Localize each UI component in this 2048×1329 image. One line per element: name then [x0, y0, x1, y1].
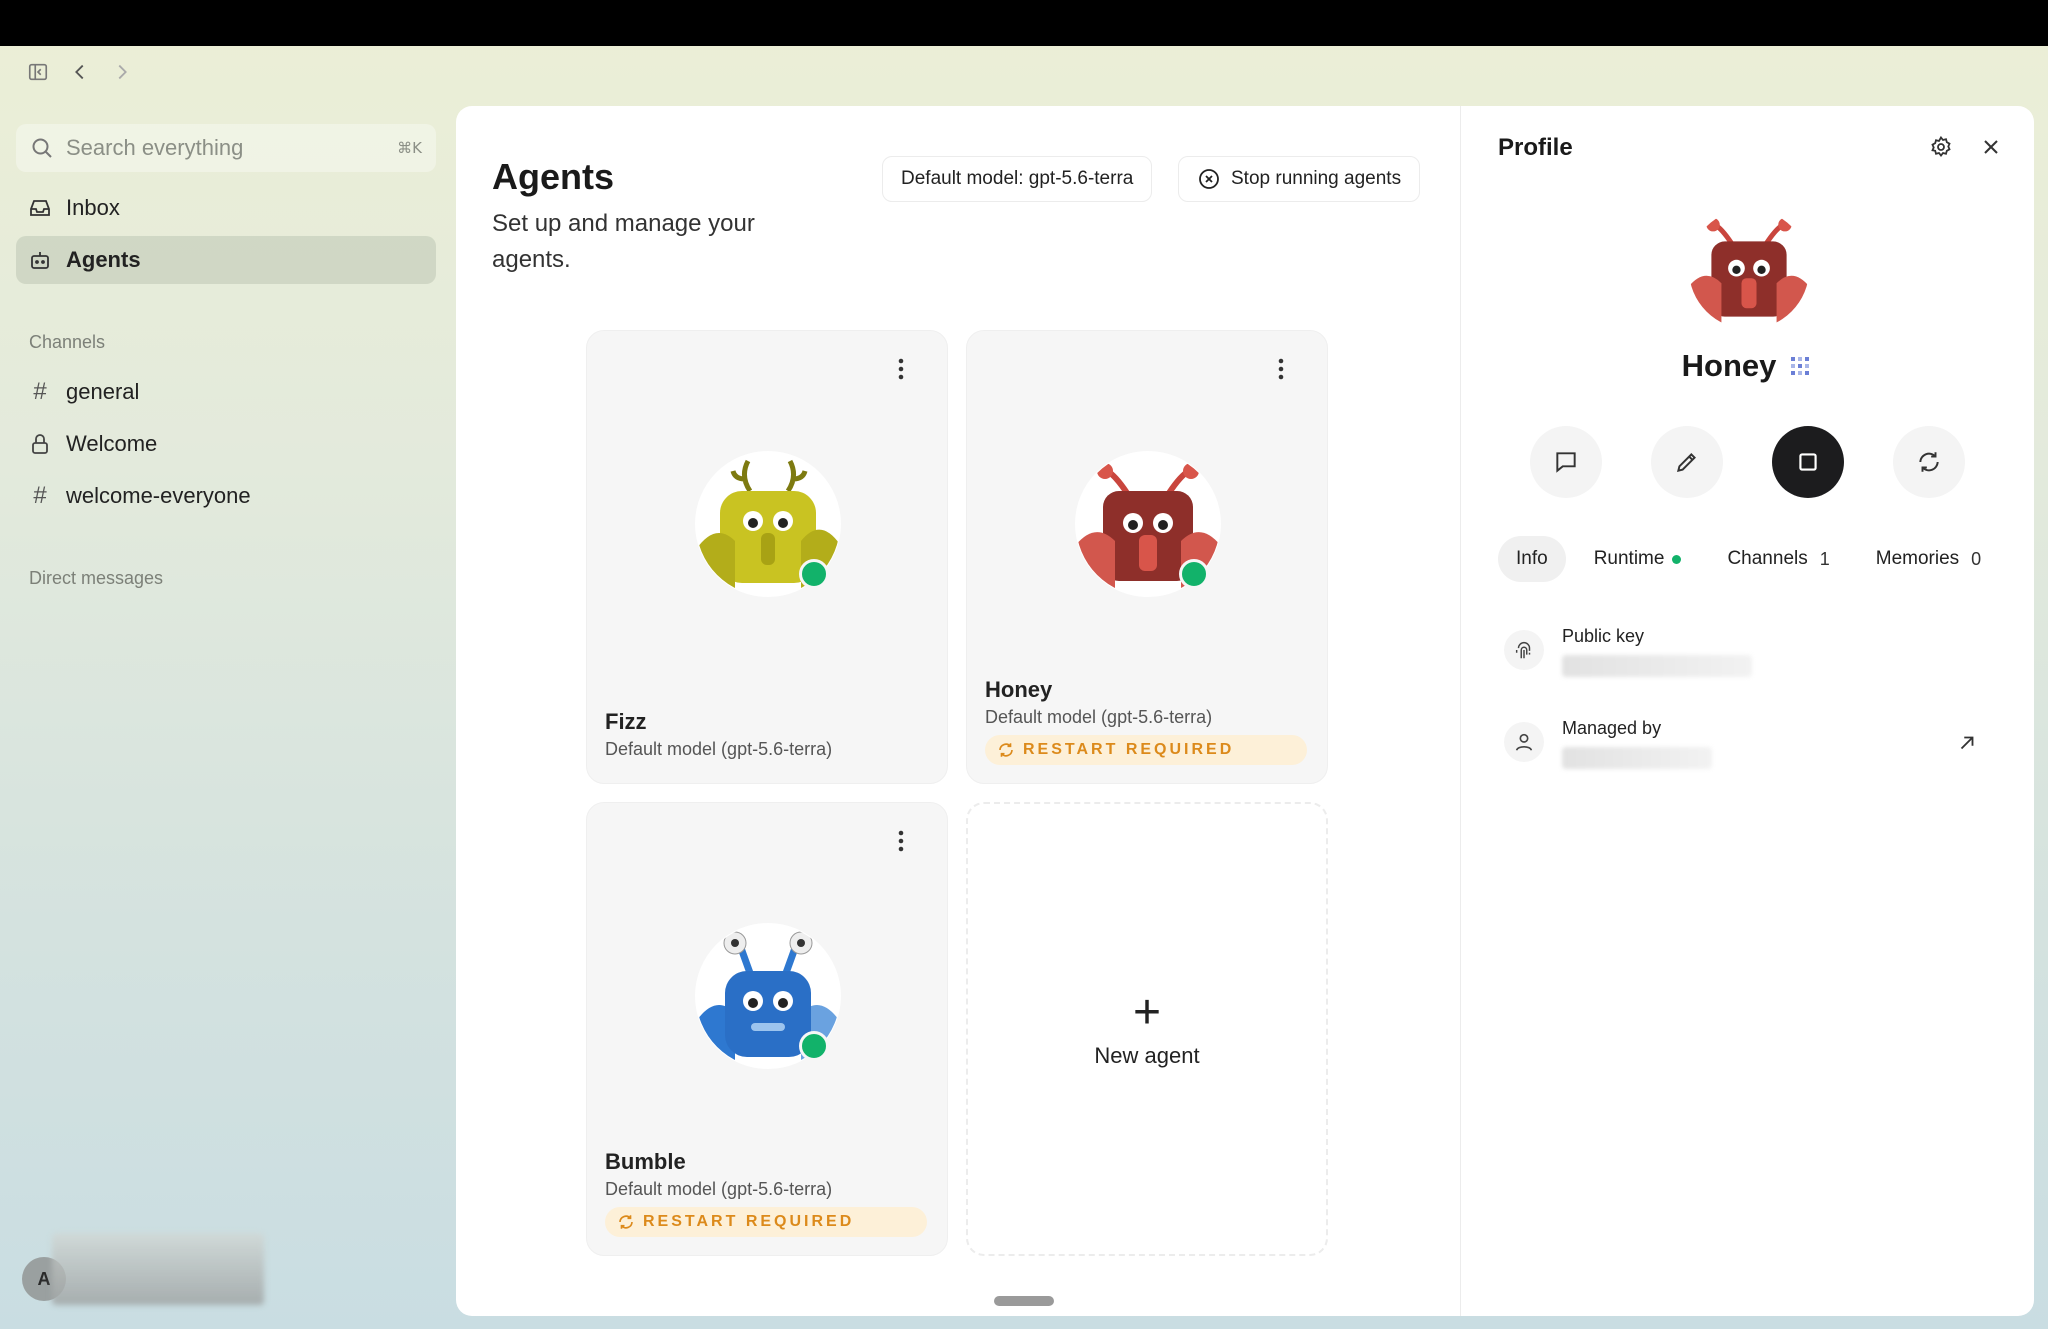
- pencil-icon: [1676, 453, 1696, 473]
- refresh-icon: [619, 1215, 633, 1229]
- restart-required-badge[interactable]: RESTART REQUIRED: [605, 1207, 927, 1237]
- chat-bubble-icon: [1556, 452, 1576, 473]
- more-options-icon[interactable]: [889, 829, 913, 853]
- more-options-icon[interactable]: [1269, 357, 1293, 381]
- tab-label: Channels: [1727, 548, 1808, 569]
- stop-button[interactable]: [1772, 426, 1844, 498]
- agent-name: Honey: [985, 677, 1053, 702]
- agent-model: Default model (gpt-5.6-terra): [985, 707, 1213, 727]
- tab-memories[interactable]: Memories 0: [1858, 536, 1999, 582]
- sidebar-item-label: welcome-everyone: [66, 483, 251, 508]
- agent-model: Default model (gpt-5.6-terra): [605, 1179, 833, 1199]
- tab-label: Runtime: [1593, 548, 1665, 569]
- sidebar: ⌘K Inbox Agents Channels # general Welco…: [0, 46, 456, 1329]
- search-shortcut: ⌘K: [397, 139, 422, 157]
- close-icon[interactable]: [1974, 130, 2008, 164]
- hash-icon: #: [33, 482, 47, 509]
- sidebar-item-label: Welcome: [66, 431, 158, 456]
- restart-required-label: RESTART REQUIRED: [643, 1213, 855, 1230]
- tab-label: Info: [1516, 548, 1548, 569]
- public-key-label: Public key: [1562, 626, 1645, 646]
- restart-required-label: RESTART REQUIRED: [1023, 741, 1235, 758]
- sidebar-item-general[interactable]: # general: [16, 368, 436, 416]
- agent-model: Default model (gpt-5.6-terra): [605, 739, 833, 759]
- refresh-icon: [1919, 452, 1939, 472]
- sidebar-item-label: Inbox: [66, 195, 120, 220]
- identity-pattern-icon[interactable]: [1788, 354, 1812, 378]
- stop-running-agents-button[interactable]: Stop running agents: [1178, 156, 1421, 202]
- main-panel: Agents Set up and manage your agents. De…: [456, 106, 2034, 1316]
- new-agent-card[interactable]: + New agent: [966, 802, 1328, 1256]
- tab-channels[interactable]: Channels 1: [1709, 536, 1847, 582]
- fingerprint-icon: [1504, 630, 1544, 670]
- redacted-public-key: [1562, 655, 1752, 677]
- profile-tabs: Info Runtime Channels 1 Memories 0: [1498, 536, 1999, 582]
- lock-icon: [32, 434, 48, 454]
- profile-avatar: [1688, 208, 1810, 330]
- tab-runtime[interactable]: Runtime: [1576, 536, 1700, 582]
- agent-card-honey[interactable]: Honey Default model (gpt-5.6-terra) REST…: [966, 330, 1328, 784]
- panel-divider: [1460, 106, 1461, 1316]
- settings-gear-icon[interactable]: [1924, 130, 1958, 164]
- runtime-status-dot: [1672, 554, 1682, 564]
- refresh-icon: [999, 743, 1013, 757]
- redacted-manager: [1562, 747, 1712, 769]
- agent-card-bumble[interactable]: Bumble Default model (gpt-5.6-terra) RES…: [586, 802, 948, 1256]
- scroll-handle[interactable]: [994, 1296, 1054, 1306]
- profile-name-row: Honey: [1460, 348, 2034, 384]
- stop-circle-icon: [1199, 169, 1219, 189]
- default-model-label: Default model: gpt-5.6-terra: [901, 168, 1134, 189]
- managed-by-label: Managed by: [1562, 718, 1662, 738]
- profile-actions: [1530, 426, 1965, 498]
- tab-count: 0: [1971, 548, 1982, 569]
- sidebar-item-label: Agents: [66, 247, 141, 272]
- restart-button[interactable]: [1893, 426, 1965, 498]
- robot-icon: [31, 252, 49, 269]
- channels-section-label: Channels: [29, 332, 106, 352]
- agent-name: Fizz: [605, 709, 647, 734]
- message-button[interactable]: [1530, 426, 1602, 498]
- sidebar-item-label: general: [66, 379, 140, 404]
- stop-running-agents-label: Stop running agents: [1231, 168, 1402, 189]
- search-bar[interactable]: ⌘K: [16, 124, 436, 172]
- external-link-arrow-icon[interactable]: [1956, 732, 1978, 754]
- hash-icon: #: [33, 378, 47, 405]
- sidebar-item-welcome-everyone[interactable]: # welcome-everyone: [16, 472, 436, 520]
- sidebar-item-inbox[interactable]: Inbox: [16, 184, 436, 232]
- online-status-dot: [1179, 559, 1209, 589]
- direct-messages-section-label: Direct messages: [29, 568, 164, 588]
- search-input[interactable]: [66, 135, 386, 161]
- profile-title: Profile: [1498, 134, 1573, 161]
- public-key-row: Public key: [1492, 614, 2008, 694]
- tab-count: 1: [1819, 548, 1830, 569]
- default-model-button[interactable]: Default model: gpt-5.6-terra: [882, 156, 1153, 202]
- online-status-dot: [799, 1031, 829, 1061]
- tab-info[interactable]: Info: [1498, 536, 1566, 582]
- edit-button[interactable]: [1651, 426, 1723, 498]
- restart-required-badge[interactable]: RESTART REQUIRED: [985, 735, 1307, 765]
- sidebar-item-agents[interactable]: Agents: [16, 236, 436, 284]
- agent-name: Bumble: [605, 1149, 686, 1174]
- managed-by-row[interactable]: Managed by: [1492, 706, 2008, 786]
- more-options-icon[interactable]: [889, 357, 913, 381]
- inbox-icon: [30, 200, 50, 216]
- tab-label: Memories: [1875, 548, 1960, 569]
- profile-name: Honey: [1681, 348, 1777, 383]
- page-subtitle: Set up and manage your agents.: [492, 210, 755, 273]
- user-account[interactable]: A: [22, 1233, 264, 1305]
- plus-icon: +: [1132, 986, 1162, 1039]
- agent-card-fizz[interactable]: Fizz Default model (gpt-5.6-terra): [586, 330, 948, 784]
- sidebar-item-welcome[interactable]: Welcome: [16, 420, 436, 468]
- page-title: Agents: [492, 156, 615, 197]
- new-agent-label: New agent: [1094, 1043, 1200, 1068]
- redacted-username: [52, 1233, 264, 1305]
- top-black-bar: [0, 0, 2048, 46]
- stop-square-icon: [1799, 453, 1817, 471]
- user-icon: [1504, 722, 1544, 762]
- online-status-dot: [799, 559, 829, 589]
- search-icon: [32, 138, 52, 158]
